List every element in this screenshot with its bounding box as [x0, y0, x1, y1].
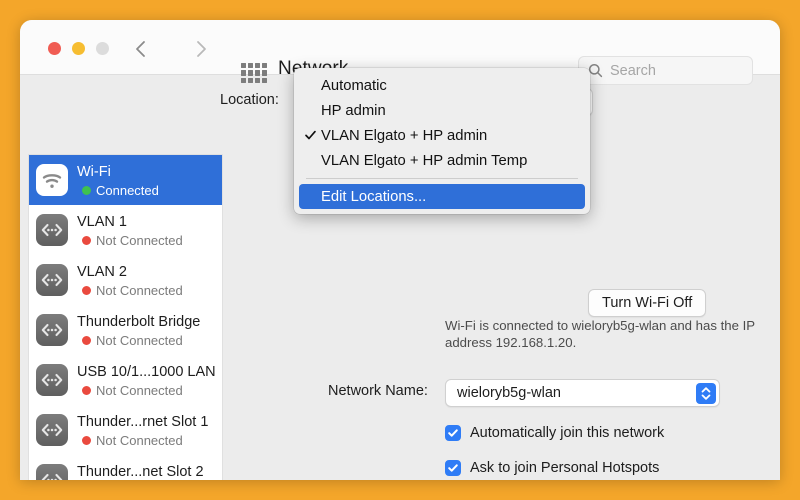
location-label: Location: — [220, 92, 279, 108]
sidebar-item-name: Thunder...rnet Slot 1 — [77, 413, 209, 430]
status-dot-icon — [82, 335, 91, 345]
status-dot-icon — [82, 435, 91, 445]
sidebar-item[interactable]: Wi-Fi Connected — [29, 155, 222, 205]
location-menu-item[interactable]: VLAN Elgato + HP admin Temp — [299, 148, 585, 173]
zoom-window-button[interactable] — [96, 42, 109, 55]
checkbox-label: Ask to join Personal Hotspots — [470, 460, 660, 476]
ethernet-icon — [36, 214, 68, 246]
status-text: Connected — [96, 182, 159, 198]
location-menu-item-label: Automatic — [321, 77, 387, 94]
sidebar-item-name: Wi-Fi — [77, 163, 111, 180]
forward-chevron-icon[interactable] — [190, 37, 212, 61]
ethernet-icon — [36, 464, 68, 480]
status-text: Not Connected — [96, 282, 183, 298]
ethernet-icon — [36, 414, 68, 446]
wifi-icon — [36, 164, 68, 196]
ethernet-icon — [36, 314, 68, 346]
network-services-sidebar[interactable]: Wi-Fi Connected VLAN 1 Not Connected VLAN 2 N… — [28, 154, 223, 480]
ethernet-icon — [36, 364, 68, 396]
menu-separator — [306, 178, 578, 179]
status-dot-icon — [82, 235, 91, 245]
sidebar-item-name: VLAN 1 — [77, 213, 127, 230]
sidebar-item-status: Not Connected — [77, 333, 200, 348]
location-menu-item-label: HP admin — [321, 102, 386, 119]
window-titlebar: Network — [20, 20, 780, 85]
sidebar-item[interactable]: VLAN 2 Not Connected — [29, 255, 222, 305]
network-preferences-window: Network Location: VLAN Elgato + HP admin… — [20, 20, 780, 480]
sidebar-item[interactable]: USB 10/1...1000 LAN Not Connected — [29, 355, 222, 405]
checkbox-label: Automatically join this network — [470, 425, 665, 441]
location-menu-item-label: VLAN Elgato + HP admin — [321, 127, 488, 144]
ethernet-icon — [36, 264, 68, 296]
turn-wifi-off-button[interactable]: Turn Wi-Fi Off — [588, 289, 707, 317]
status-text: Not Connected — [96, 232, 183, 248]
checkmark-icon — [445, 460, 461, 476]
sidebar-item-name: VLAN 2 — [77, 263, 127, 280]
wifi-status-description: Wi-Fi is connected to wieloryb5g-wlan an… — [445, 318, 755, 350]
location-menu-item[interactable]: HP admin — [299, 98, 585, 123]
status-dot-icon — [82, 385, 91, 395]
status-text: Not Connected — [96, 432, 183, 448]
status-text: Not Connected — [96, 332, 183, 348]
sidebar-item-status: Connected — [77, 183, 159, 198]
checkbox-ask-join-hotspots[interactable]: Ask to join Personal Hotspots — [445, 460, 659, 476]
close-window-button[interactable] — [48, 42, 61, 55]
location-menu-item[interactable]: Automatic — [299, 73, 585, 98]
sidebar-item-name: USB 10/1...1000 LAN — [77, 363, 216, 380]
location-menu-item[interactable]: VLAN Elgato + HP admin — [299, 123, 585, 148]
checkmark-icon — [304, 127, 317, 143]
sidebar-item-status: Not Connected — [77, 233, 183, 248]
status-dot-icon — [82, 285, 91, 295]
menu-item-edit-locations[interactable]: Edit Locations... — [299, 184, 585, 209]
chevron-up-down-icon — [696, 383, 716, 404]
network-name-popup-button[interactable]: wieloryb5g-wlan — [445, 379, 720, 407]
sidebar-item[interactable]: Thunderbolt Bridge Not Connected — [29, 305, 222, 355]
status-dot-icon — [82, 185, 91, 195]
sidebar-item-status: Not Connected — [77, 433, 208, 448]
status-text: Not Connected — [96, 382, 183, 398]
sidebar-item[interactable]: VLAN 1 Not Connected — [29, 205, 222, 255]
network-name-label: Network Name: — [328, 383, 428, 399]
sidebar-item[interactable]: Thunder...rnet Slot 1 Not Connected — [29, 405, 222, 455]
sidebar-item[interactable]: Thunder...net Slot 2Not Connected — [29, 455, 222, 480]
location-dropdown-menu[interactable]: Automatic HP admin VLAN Elgato + HP admin V… — [294, 68, 590, 214]
network-name-value: wieloryb5g-wlan — [457, 385, 561, 401]
sidebar-item-status: Not Connected — [77, 383, 216, 398]
sidebar-item-name: Thunderbolt Bridge — [77, 313, 201, 330]
menu-item-label: Edit Locations... — [321, 188, 427, 205]
location-menu-item-label: VLAN Elgato + HP admin Temp — [321, 152, 528, 169]
back-chevron-icon[interactable] — [130, 37, 152, 61]
checkbox-automatically-join[interactable]: Automatically join this network — [445, 425, 664, 441]
checkmark-icon — [445, 425, 461, 441]
sidebar-item-status: Not Connected — [77, 283, 183, 298]
minimize-window-button[interactable] — [72, 42, 85, 55]
sidebar-item-name: Thunder...net Slot 2 — [77, 463, 204, 480]
